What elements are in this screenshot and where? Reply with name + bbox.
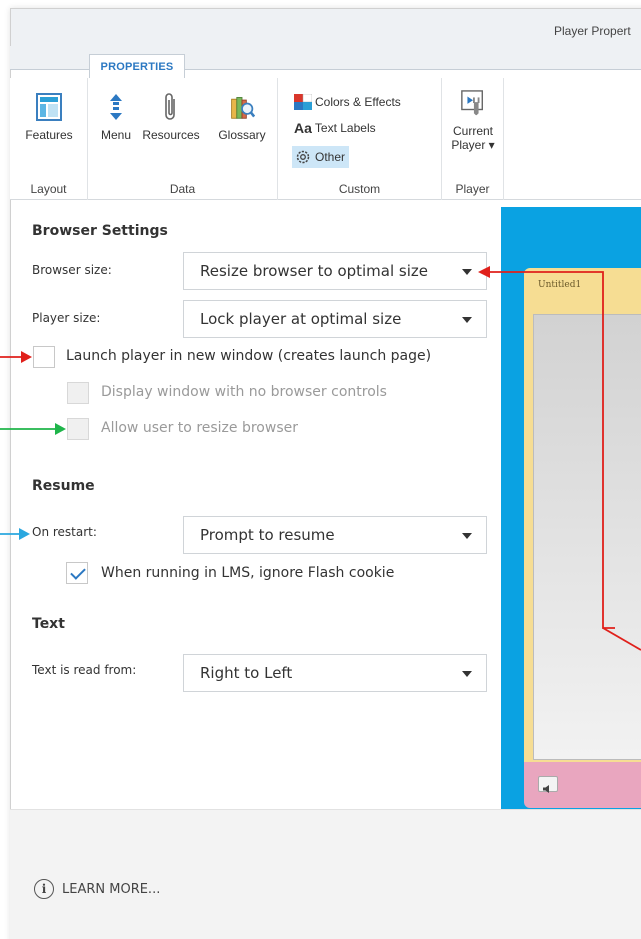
launch-new-window-label: Launch player in new window (creates lau… xyxy=(66,348,432,364)
current-player-icon xyxy=(460,88,486,118)
ribbon-group-player: Current Player ▾ Player xyxy=(442,78,504,200)
footer-bar xyxy=(10,809,641,939)
current-player-button[interactable]: Current Player ▾ xyxy=(446,88,500,152)
info-icon: i xyxy=(34,879,54,899)
on-restart-value: Prompt to resume xyxy=(200,526,335,544)
player-size-dropdown[interactable]: Lock player at optimal size xyxy=(183,300,487,338)
ignore-flash-cookie-checkbox[interactable] xyxy=(66,562,88,584)
resources-button[interactable]: Resources xyxy=(138,92,204,142)
glossary-icon xyxy=(229,92,255,122)
speaker-icon xyxy=(543,780,553,793)
text-labels-icon: Aa xyxy=(294,120,312,136)
text-labels-button[interactable]: Aa Text Labels xyxy=(294,120,376,136)
group-label-custom: Custom xyxy=(338,182,381,196)
browser-settings-heading: Browser Settings xyxy=(32,223,168,239)
group-label-player: Player xyxy=(455,182,490,196)
chevron-down-icon xyxy=(462,533,472,539)
on-restart-dropdown[interactable]: Prompt to resume xyxy=(183,516,487,554)
no-browser-controls-label: Display window with no browser controls xyxy=(101,384,387,400)
volume-button[interactable] xyxy=(538,776,558,793)
chevron-down-icon xyxy=(462,269,472,275)
ignore-flash-cookie-label: When running in LMS, ignore Flash cookie xyxy=(101,565,395,581)
ribbon-group-custom: Colors & Effects Aa Text Labels Other Cu… xyxy=(278,78,442,200)
features-label: Features xyxy=(25,128,73,142)
learn-more-link[interactable]: i LEARN MORE... xyxy=(34,879,160,899)
features-icon xyxy=(36,92,62,122)
preview-slide-content xyxy=(533,314,641,760)
menu-button[interactable]: Menu xyxy=(94,92,138,142)
browser-size-value: Resize browser to optimal size xyxy=(200,262,429,280)
menu-label: Menu xyxy=(100,128,132,142)
ribbon-group-layout: Features Layout xyxy=(10,78,88,200)
colors-effects-button[interactable]: Colors & Effects xyxy=(294,93,401,110)
current-player-label-line1: Current xyxy=(452,124,493,138)
other-button[interactable]: Other xyxy=(292,146,350,168)
player-size-value: Lock player at optimal size xyxy=(200,310,402,328)
chevron-down-icon xyxy=(462,317,472,323)
colors-effects-label: Colors & Effects xyxy=(315,95,401,109)
ribbon-group-data: Menu Resources Glossary Data xyxy=(88,78,278,200)
current-player-label: Current Player ▾ xyxy=(451,124,494,152)
preview-slide-title: Untitled1 xyxy=(538,280,582,290)
browser-size-label: Browser size: xyxy=(32,263,112,277)
text-read-from-label: Text is read from: xyxy=(32,663,137,677)
player-size-label: Player size: xyxy=(32,311,101,325)
no-browser-controls-checkbox[interactable] xyxy=(67,382,89,404)
menu-icon xyxy=(103,92,129,122)
on-restart-label: On restart: xyxy=(32,525,97,539)
window-title: Player Propert xyxy=(554,24,631,38)
colors-icon xyxy=(294,93,313,110)
glossary-button[interactable]: Glossary xyxy=(212,92,272,142)
paperclip-icon xyxy=(158,92,184,122)
resume-heading: Resume xyxy=(32,478,95,494)
features-button[interactable]: Features xyxy=(18,92,80,142)
text-read-from-value: Right to Left xyxy=(200,664,293,682)
text-labels-label: Text Labels xyxy=(314,121,376,135)
browser-size-dropdown[interactable]: Resize browser to optimal size xyxy=(183,252,487,290)
current-player-label-line2: Player ▾ xyxy=(451,138,495,152)
resources-label: Resources xyxy=(142,128,200,142)
group-label-layout: Layout xyxy=(30,182,67,196)
chevron-down-icon xyxy=(462,671,472,677)
text-read-from-dropdown[interactable]: Right to Left xyxy=(183,654,487,692)
ribbon: Features Layout Menu Resources Glossary … xyxy=(10,78,641,200)
allow-resize-label: Allow user to resize browser xyxy=(101,420,298,436)
tab-properties[interactable]: PROPERTIES xyxy=(89,54,185,78)
learn-more-label: LEARN MORE... xyxy=(62,881,161,897)
allow-resize-checkbox[interactable] xyxy=(67,418,89,440)
group-label-data: Data xyxy=(169,182,196,196)
text-heading: Text xyxy=(32,616,65,632)
glossary-label: Glossary xyxy=(218,128,266,142)
gear-icon xyxy=(294,148,312,166)
other-label: Other xyxy=(315,150,346,164)
launch-new-window-checkbox[interactable] xyxy=(33,346,55,368)
